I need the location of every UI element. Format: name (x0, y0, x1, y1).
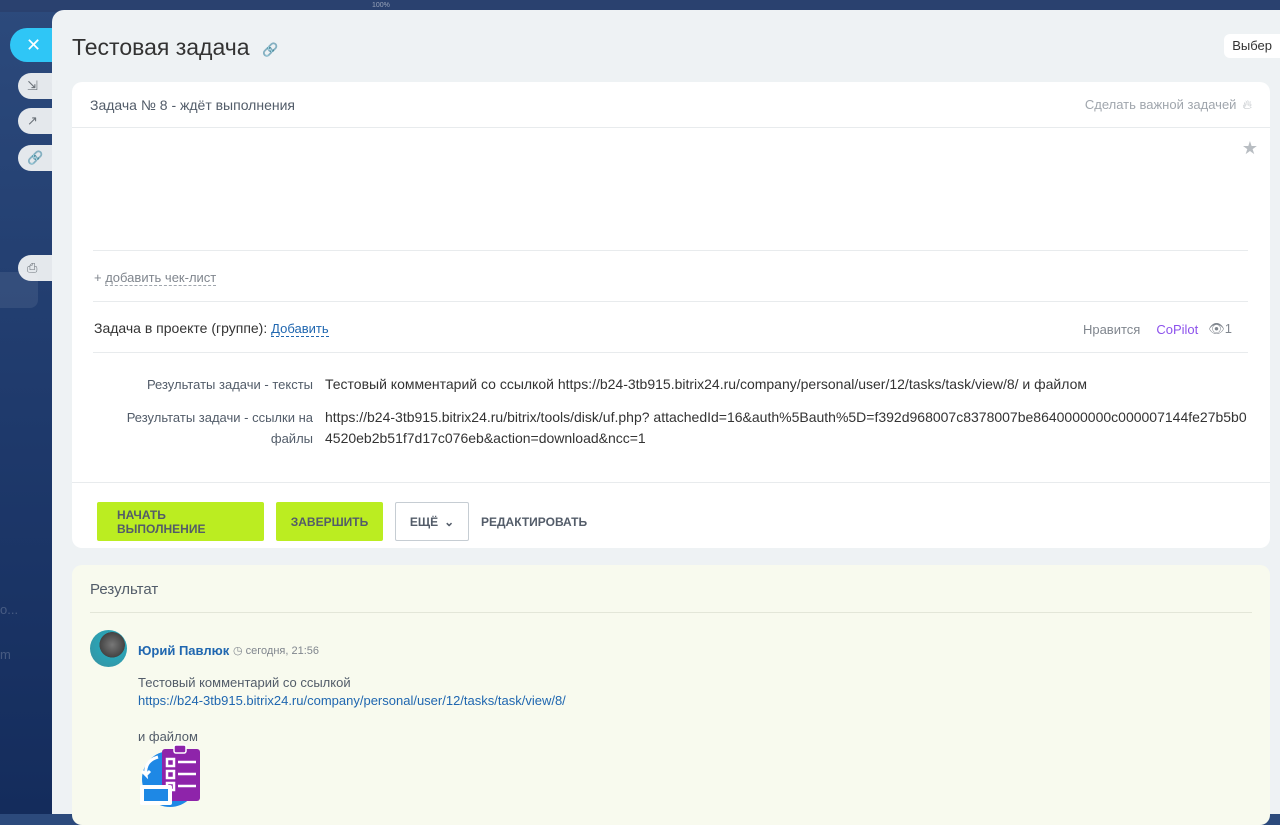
time-value: сегодня, 21:56 (245, 645, 320, 657)
field-value[interactable]: https://b24-3tb915.bitrix24.ru/bitrix/to… (325, 407, 1270, 449)
like-button[interactable]: Нравится (1083, 322, 1140, 337)
page-title: Тестовая задача (72, 34, 250, 60)
custom-fields: Результаты задачи - тексты Тестовый комме… (72, 374, 1270, 461)
divider (72, 482, 1270, 483)
finish-button[interactable]: ЗАВЕРШИТЬ (276, 502, 383, 541)
close-icon: ✕ (26, 34, 42, 55)
attached-file-icon[interactable] (138, 743, 202, 807)
eye-icon: 👁︎ (1208, 321, 1225, 336)
close-button[interactable]: ✕ (10, 28, 58, 62)
plus-icon: + (94, 270, 102, 285)
divider (93, 301, 1248, 302)
comment-text: и файлом (138, 729, 198, 744)
task-card: Задача № 8 - ждёт выполнения Сделать важ… (72, 82, 1270, 548)
external-link-icon: ↗ (27, 113, 38, 128)
choose-button[interactable]: Выбер (1224, 34, 1280, 58)
field-row: Результаты задачи - тексты Тестовый комме… (72, 374, 1270, 395)
flame-icon: 🔥︎ (1242, 96, 1252, 112)
clock-icon: ◷ (233, 645, 243, 657)
divider (93, 352, 1248, 353)
sidebar-faint-text: о... (0, 602, 19, 617)
task-status: Задача № 8 - ждёт выполнения (90, 96, 295, 113)
add-checklist-label: добавить чек-лист (105, 270, 217, 286)
copilot-button[interactable]: CoPilot (1156, 322, 1198, 337)
make-important-button[interactable]: Сделать важной задачей 🔥︎ (1085, 97, 1252, 113)
field-row: Результаты задачи - ссылки на файлы https… (72, 407, 1270, 449)
zoom-label: 100% (372, 2, 390, 9)
link-icon: 🔗 (27, 150, 44, 165)
task-slider-panel: Тестовая задача 🔗 Выбер Задача № 8 - ждё… (52, 10, 1280, 825)
link-icon[interactable]: 🔗 (262, 42, 278, 58)
field-value: Тестовый комментарий со ссылкой https://… (325, 376, 1087, 392)
chevron-down-icon: ⌄ (444, 514, 455, 529)
sidebar-item-ghost (0, 272, 38, 308)
author-link[interactable]: Юрий Павлюк (138, 643, 229, 658)
start-button[interactable]: НАЧАТЬ ВЫПОЛНЕНИЕ (97, 502, 264, 541)
make-important-label: Сделать важной задачей (1084, 97, 1237, 112)
divider (93, 250, 1248, 251)
arrow-down-right-icon: ⇲ (27, 78, 38, 93)
comment-link[interactable]: https://b24-3tb915.bitrix24.ru/company/p… (138, 693, 566, 708)
avatar[interactable] (90, 630, 127, 667)
add-project-link[interactable]: Добавить (271, 321, 329, 337)
views-count: 👁︎1 (1208, 321, 1232, 337)
field-label: Результаты задачи - ссылки на файлы (126, 410, 313, 446)
views-value: 1 (1224, 321, 1232, 336)
result-card: Результат Юрий Павлюк ◷ сегодня, 21:56 Т… (72, 565, 1270, 825)
comment-text: Тестовый комментарий со ссылкой (138, 675, 351, 690)
result-title: Результат (90, 581, 159, 598)
divider (90, 612, 1252, 613)
star-icon[interactable]: ★ (1242, 138, 1258, 159)
edit-button[interactable]: РЕДАКТИРОВАТЬ (481, 502, 587, 541)
comment-body: Тестовый комментарий со ссылкой https://… (138, 674, 566, 746)
comment-time: ◷ сегодня, 21:56 (233, 644, 319, 657)
more-label: ЕЩЁ (409, 514, 439, 529)
more-button[interactable]: ЕЩЁ ⌄ (395, 502, 469, 541)
sidebar-faint-text: m (0, 647, 11, 662)
field-label: Результаты задачи - тексты (146, 377, 313, 392)
add-checklist-link[interactable]: + добавить чек-лист (94, 270, 217, 286)
project-label: Задача в проекте (группе): (94, 320, 268, 336)
project-row: Задача в проекте (группе): Добавить (94, 320, 329, 337)
